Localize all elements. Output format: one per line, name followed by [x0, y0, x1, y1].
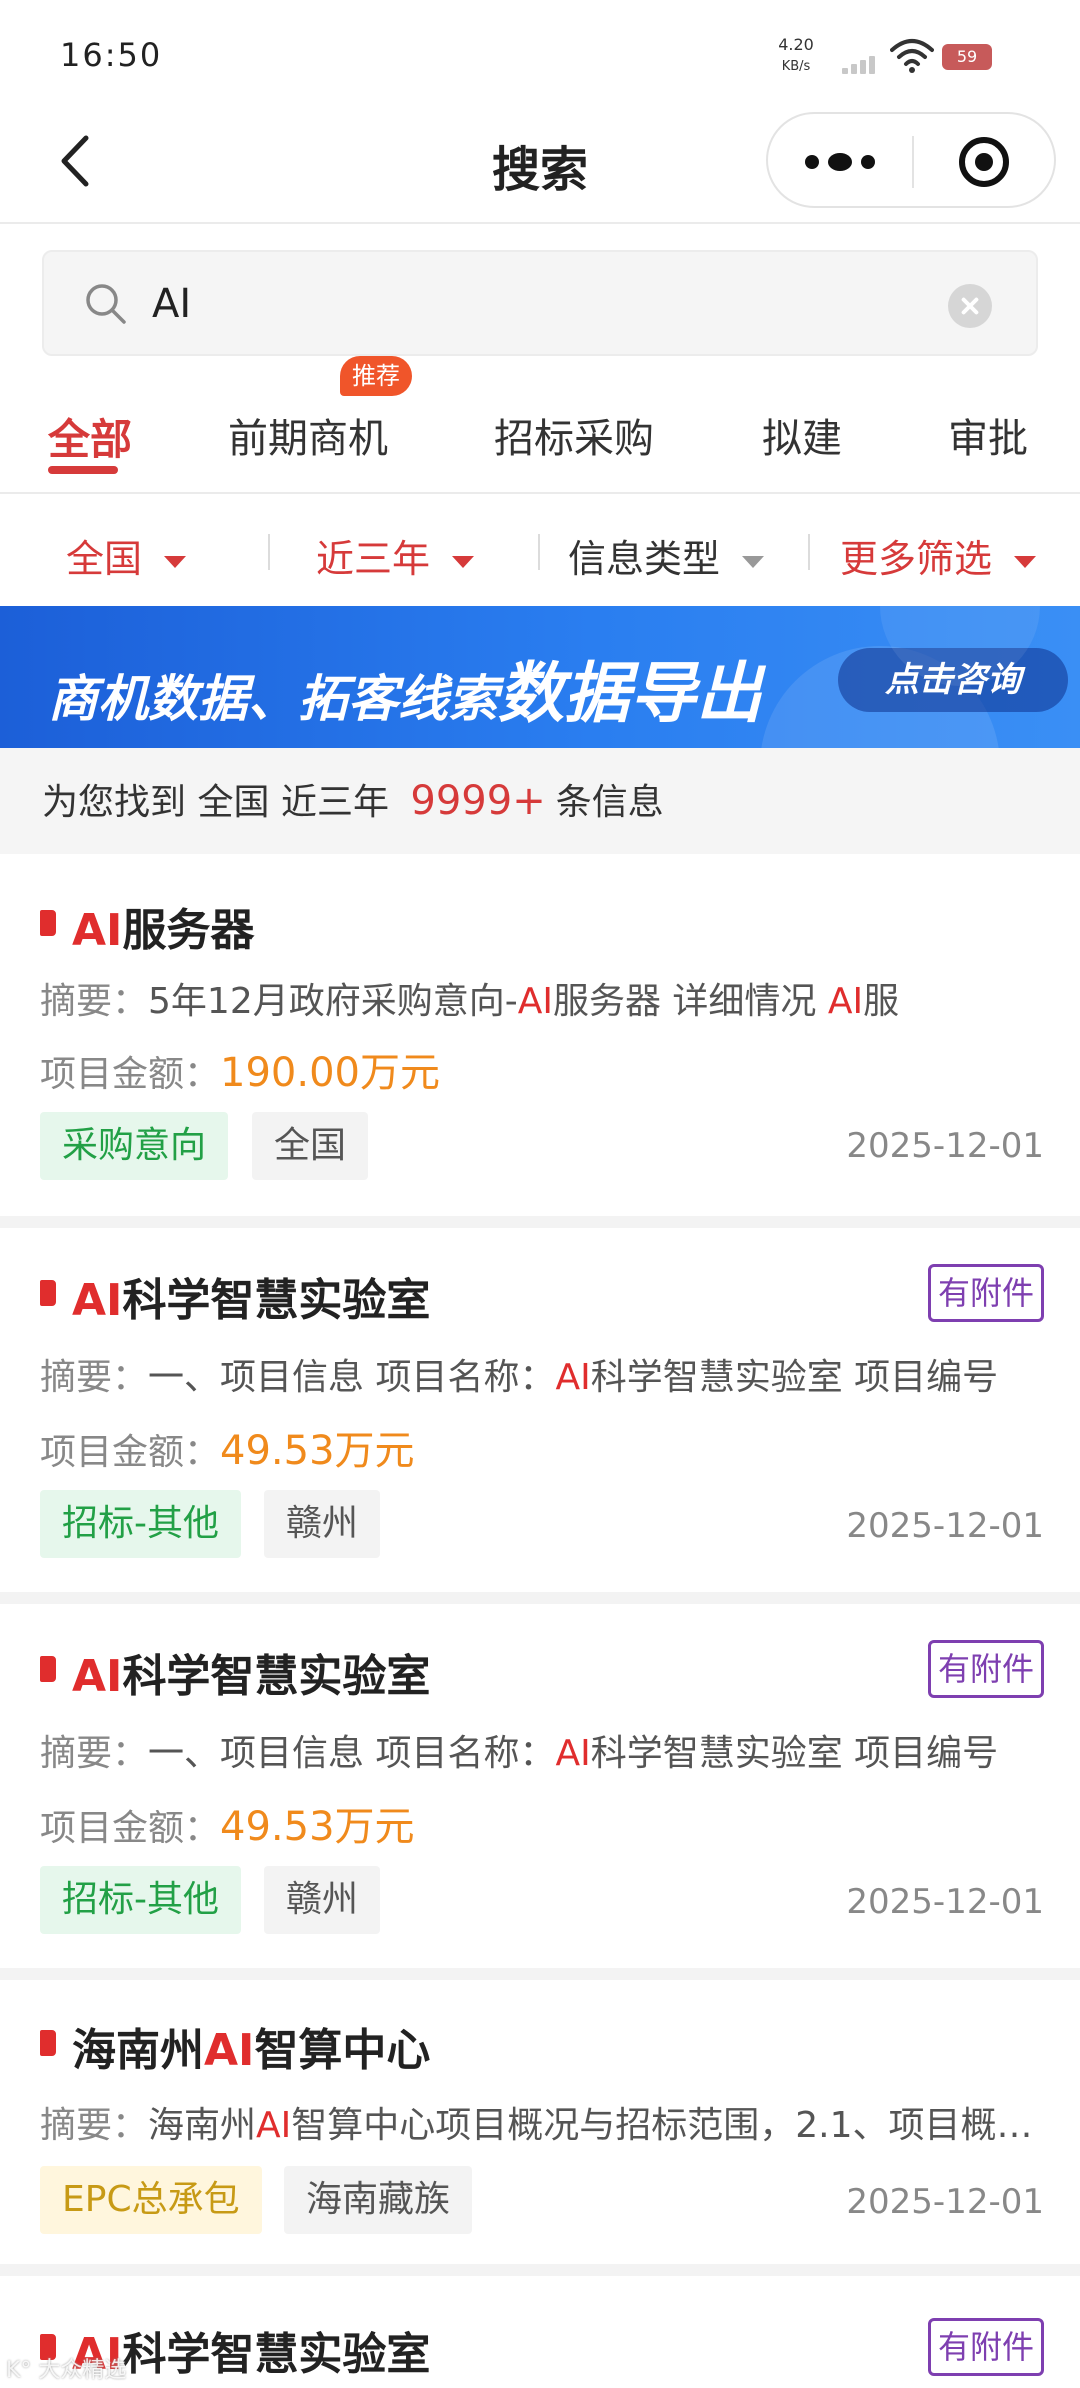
promo-banner[interactable]: 商机数据、拓客线索数据导出 点击咨询 — [0, 606, 1080, 748]
tag-type: 招标-其他 — [40, 1866, 241, 1934]
result-card[interactable]: AI科学智慧实验室 有附件 摘要：一、项目信息 项目名称：AI科学智慧实验室 项… — [0, 1604, 1080, 1968]
result-title: 海南州AI智算中心 — [72, 2025, 431, 2076]
consult-button[interactable]: 点击咨询 — [838, 648, 1068, 712]
result-card[interactable]: AI科学智慧实验室 有附件 摘要：一、项目信息 项目名称：AI科学智慧实验室 项… — [0, 1228, 1080, 1592]
result-count: 9999+ — [410, 778, 546, 824]
tab-proposed[interactable]: 拟建 — [762, 406, 842, 464]
category-tabs: 全部 前期商机 推荐 招标采购 拟建 审批 — [0, 356, 1080, 494]
battery-icon: 59 — [942, 44, 992, 70]
result-summary-text: 摘要：一、项目信息 项目名称：AI科学智慧实验室 项目编号 — [40, 1357, 999, 1398]
tag-region: 赣州 — [264, 1866, 381, 1934]
miniprogram-capsule — [766, 112, 1056, 208]
attachment-badge: 有附件 — [928, 1640, 1044, 1698]
tab-tender-procurement[interactable]: 招标采购 — [494, 406, 654, 464]
result-card[interactable]: 海南州AI智算中心 摘要：海南州AI智算中心项目概况与招标范围，2.1、项目概…… — [0, 1980, 1080, 2264]
result-card[interactable]: AI科学智慧实验室 有附件 — [0, 2276, 1080, 2388]
result-summary-text: 摘要：5年12月政府采购意向-AI服务器 详细情况 AI服 — [40, 981, 900, 1022]
more-icon[interactable] — [768, 114, 912, 210]
search-icon — [86, 284, 126, 324]
signal-icon — [842, 56, 878, 74]
flag-icon — [40, 1656, 56, 1682]
status-bar: 16:50 4.20 KB/s 59 — [0, 0, 1080, 110]
result-title: AI服务器 — [72, 905, 255, 956]
result-summary-text: 摘要：一、项目信息 项目名称：AI科学智慧实验室 项目编号 — [40, 1733, 999, 1774]
card-divider — [0, 1592, 1080, 1604]
tab-all[interactable]: 全部 — [48, 406, 132, 467]
tab-approval[interactable]: 审批 — [948, 406, 1028, 464]
wifi-icon — [890, 39, 934, 73]
filter-divider — [268, 534, 270, 570]
filter-divider — [538, 534, 540, 570]
attachment-badge: 有附件 — [928, 2318, 1044, 2376]
banner-text: 商机数据、拓客线索数据导出 — [48, 655, 762, 732]
status-time: 16:50 — [60, 36, 163, 74]
network-speed: 4.20 KB/s — [778, 35, 814, 74]
tag-region: 赣州 — [264, 1490, 381, 1558]
recommend-badge: 推荐 — [340, 356, 412, 396]
tag-type: 招标-其他 — [40, 1490, 241, 1558]
search-box — [42, 250, 1038, 356]
tab-early-opportunity[interactable]: 前期商机 — [228, 406, 388, 464]
close-miniprogram-icon[interactable] — [914, 114, 1058, 210]
card-divider — [0, 1216, 1080, 1228]
result-title: AI科学智慧实验室 — [72, 1651, 431, 1702]
dropdown-arrow-icon — [452, 555, 475, 568]
result-summary: 为您找到 全国 近三年 9999+ 条信息 — [0, 748, 1080, 854]
tag-type: 采购意向 — [40, 1112, 229, 1180]
result-title: AI科学智慧实验室 — [72, 1275, 431, 1326]
filter-region[interactable]: 全国 — [66, 528, 187, 583]
dropdown-arrow-icon — [742, 555, 765, 568]
card-divider — [0, 2264, 1080, 2276]
result-card[interactable]: AI服务器 摘要：5年12月政府采购意向-AI服务器 详细情况 AI服 项目金额… — [0, 854, 1080, 1216]
card-divider — [0, 1968, 1080, 1980]
filter-period[interactable]: 近三年 — [316, 528, 475, 583]
dropdown-arrow-icon — [1014, 555, 1037, 568]
result-summary-text: 摘要：海南州AI智算中心项目概况与招标范围，2.1、项目概… — [40, 2105, 1033, 2146]
publish-date: 2025-12-01 — [846, 1882, 1044, 1922]
flag-icon — [40, 1280, 56, 1306]
project-amount: 项目金额：49.53万元 — [40, 1428, 415, 1474]
filter-bar: 全国 近三年 信息类型 更多筛选 — [0, 494, 1080, 606]
watermark: K° 大众精选 — [6, 2358, 127, 2383]
publish-date: 2025-12-01 — [846, 2182, 1044, 2222]
clear-icon[interactable] — [948, 284, 992, 328]
tag-type: EPC总承包 — [40, 2166, 262, 2234]
flag-icon — [40, 910, 56, 936]
tag-region: 全国 — [252, 1112, 369, 1180]
header: 搜索 — [0, 110, 1080, 224]
filter-divider — [808, 534, 810, 570]
dropdown-arrow-icon — [164, 555, 187, 568]
search-input[interactable] — [152, 274, 952, 334]
flag-icon — [40, 2030, 56, 2056]
publish-date: 2025-12-01 — [846, 1126, 1044, 1166]
publish-date: 2025-12-01 — [846, 1506, 1044, 1546]
project-amount: 项目金额：49.53万元 — [40, 1804, 415, 1850]
active-tab-indicator — [48, 466, 118, 474]
filter-more[interactable]: 更多筛选 — [840, 528, 1037, 583]
filter-info-type[interactable]: 信息类型 — [568, 528, 765, 583]
attachment-badge: 有附件 — [928, 1264, 1044, 1322]
project-amount: 项目金额：190.00万元 — [40, 1050, 440, 1096]
tag-region: 海南藏族 — [284, 2166, 473, 2234]
